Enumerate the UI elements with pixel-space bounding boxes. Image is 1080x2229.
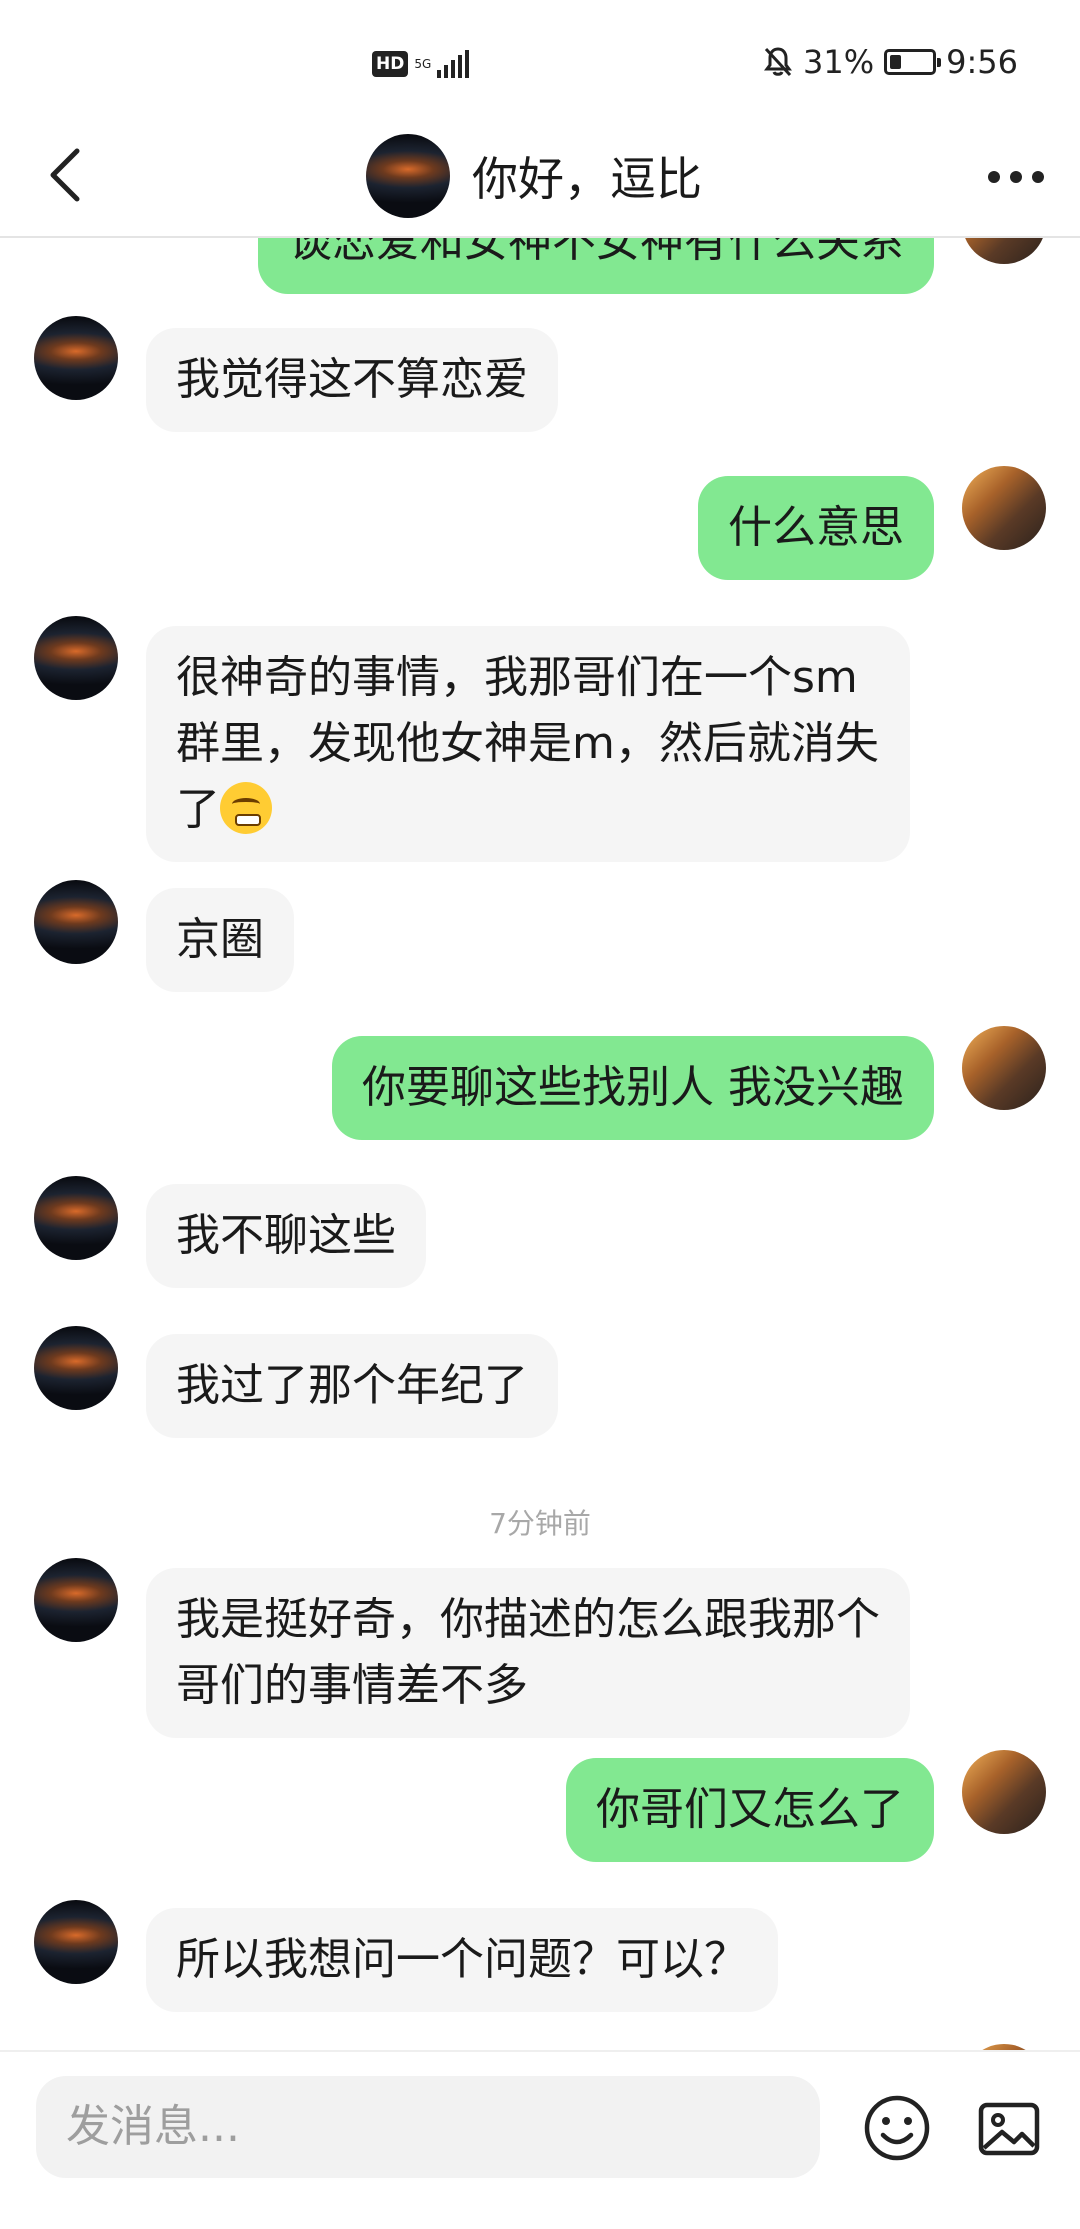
battery-icon [884,49,942,75]
clock: 9:56 [946,43,1018,81]
incoming-message[interactable]: 很神奇的事情，我那哥们在一个sm群里，发现他女神是m，然后就消失了 [146,626,910,862]
status-bar: HD 5G 31% 9:56 [0,0,1080,118]
chat-header: 你好，逗比 [0,118,1080,238]
message-list[interactable]: 谈恋爱和女神不女神有什么关系 我觉得这不算恋爱 什么意思 很神奇的事情，我那哥们… [0,236,1080,2050]
contact-info[interactable]: 你好，逗比 [366,128,702,224]
battery-percent: 31% [803,43,875,81]
back-button[interactable] [30,140,100,210]
network-type: 5G [414,57,432,71]
incoming-message[interactable]: 我觉得这不算恋爱 [146,328,558,432]
outgoing-message[interactable]: 你哥们又怎么了 [566,1758,934,1862]
chevron-left-icon [50,148,80,202]
message-input[interactable] [36,2076,820,2178]
page-title: 你好，逗比 [472,152,702,206]
composer-bar [0,2050,1080,2229]
status-right: 31% 9:56 [763,42,1018,82]
smiley-icon [864,2095,930,2161]
my-avatar[interactable] [962,466,1046,550]
contact-avatar[interactable] [34,1326,118,1410]
outgoing-message[interactable]: 什么意思 [698,476,934,580]
contact-avatar[interactable] [34,316,118,400]
more-button[interactable] [976,142,1056,212]
my-avatar[interactable] [962,1026,1046,1110]
network-indicator: HD 5G [372,46,470,82]
more-dot [1032,171,1044,183]
contact-avatar[interactable] [34,616,118,700]
mute-bell-icon [764,47,793,77]
more-dot [988,171,1000,183]
contact-avatar[interactable] [34,880,118,964]
image-icon [978,2102,1040,2156]
incoming-message[interactable]: 我不聊这些 [146,1184,426,1288]
contact-avatar[interactable] [34,1900,118,1984]
incoming-message[interactable]: 我是挺好奇，你描述的怎么跟我那个哥们的事情差不多 [146,1568,910,1738]
more-dot [1010,171,1022,183]
my-avatar[interactable] [962,1750,1046,1834]
steam-from-nose-emoji-icon [220,782,272,834]
contact-avatar[interactable] [34,1176,118,1260]
signal-icon [437,50,470,78]
contact-avatar[interactable] [366,134,450,218]
incoming-message[interactable]: 我过了那个年纪了 [146,1334,558,1438]
hd-badge: HD [372,51,409,77]
my-avatar[interactable] [962,236,1046,264]
outgoing-message[interactable]: 谈恋爱和女神不女神有什么关系 [258,236,934,294]
image-button[interactable] [976,2096,1042,2162]
emoji-button[interactable] [862,2093,932,2163]
incoming-message[interactable]: 京圈 [146,888,294,992]
outgoing-message[interactable]: 你要聊这些找别人 我没兴趣 [332,1036,934,1140]
contact-avatar[interactable] [34,1558,118,1642]
incoming-message[interactable]: 所以我想问一个问题？可以？ [146,1908,778,2012]
message-timestamp: 7分钟前 [489,1507,591,1540]
